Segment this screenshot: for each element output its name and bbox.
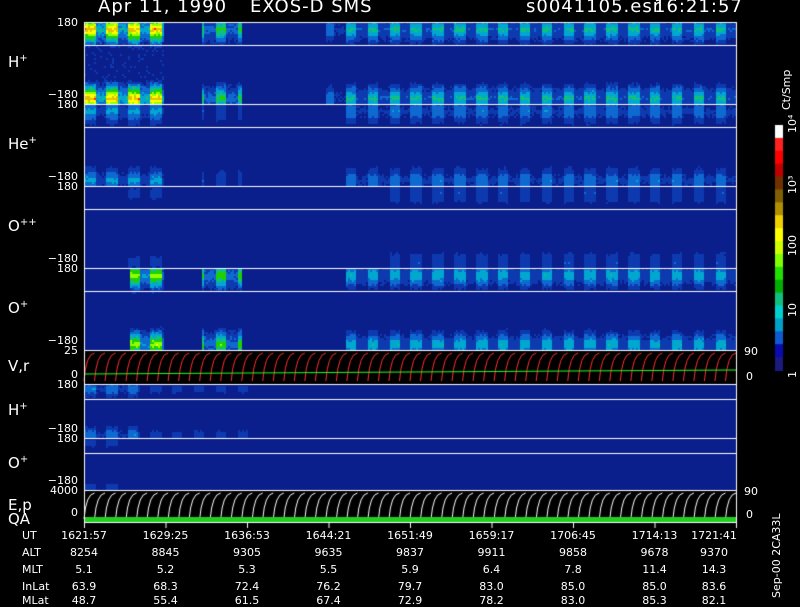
ephemeris-value: 83.0 <box>560 594 586 607</box>
ephemeris-value: 55.4 <box>153 594 178 607</box>
ephemeris-value: 72.4 <box>234 580 260 593</box>
plot-time: 16:21:57 <box>654 0 743 17</box>
version-label: Sep-00 2CA33L <box>770 513 783 598</box>
qa-label: QA <box>8 510 31 528</box>
ephemeris-value: 5.9 <box>401 563 419 576</box>
ephemeris-value: 82.1 <box>701 594 727 607</box>
panel-top-tick: 4000 <box>50 484 78 497</box>
colorbar-tick-label: 100 <box>786 234 799 256</box>
ephemeris-value: 9370 <box>700 546 728 559</box>
ephemeris-row-label: MLat <box>22 594 49 607</box>
colorbar-tick-label: 10 <box>786 302 799 317</box>
ephemeris-value: 9635 <box>314 546 343 559</box>
ephemeris-value: 83.0 <box>479 580 504 593</box>
ephemeris-row-label: InLat <box>22 580 50 593</box>
panel-label: O+ <box>8 299 29 317</box>
ephemeris-value: 68.3 <box>153 580 178 593</box>
ephemeris-value: 9305 <box>233 546 261 559</box>
panel-top-tick: 180 <box>57 262 78 275</box>
panel-top-tick: 180 <box>57 16 78 29</box>
panel-label: V,r <box>8 357 30 375</box>
panel-label: H+ <box>8 401 28 419</box>
ephemeris-value: 1636:53 <box>224 529 270 542</box>
ephemeris-value: 72.9 <box>397 594 423 607</box>
spectrogram-canvas <box>0 0 800 600</box>
ephemeris-value: 48.7 <box>71 594 97 607</box>
panel-right-tick: 0 <box>746 508 753 521</box>
ephemeris-value: 1721:41 <box>691 529 737 542</box>
ephemeris-value: 85.0 <box>642 580 667 593</box>
ephemeris-value: 1644:21 <box>305 529 352 542</box>
panel-label: O++ <box>8 217 37 235</box>
ephemeris-value: 83.6 <box>701 580 727 593</box>
ephemeris-row-label: MLT <box>22 563 43 576</box>
ephemeris-value: 5.1 <box>75 563 93 576</box>
panel-top-tick: 25 <box>64 344 78 357</box>
ephemeris-value: 67.4 <box>316 594 341 607</box>
ephemeris-value: 1651:49 <box>387 529 433 542</box>
colorbar-tick-label: 10⁴ <box>786 114 799 133</box>
ephemeris-value: 14.3 <box>701 563 727 576</box>
ephemeris-value: 1706:45 <box>550 529 596 542</box>
ephemeris-value: 5.2 <box>156 563 175 576</box>
panel-label: O+ <box>8 454 29 472</box>
ephemeris-value: 9678 <box>640 546 669 559</box>
ephemeris-value: 1621:57 <box>61 529 107 542</box>
colorbar-tick-label: 10³ <box>786 175 799 195</box>
ephemeris-value: 9858 <box>559 546 587 559</box>
ephemeris-value: 78.2 <box>479 594 504 607</box>
panel-label: He+ <box>8 135 37 153</box>
colorbar-tick-label: 1 <box>786 371 799 378</box>
ephemeris-value: 1659:17 <box>468 529 515 542</box>
panel-right-tick: 90 <box>744 345 758 358</box>
colorbar-label: Ct/Smp <box>780 69 793 110</box>
ephemeris-value: 85.3 <box>642 594 667 607</box>
ephemeris-value: 8845 <box>151 546 180 559</box>
panel-bottom-tick: 0 <box>71 506 78 519</box>
ephemeris-value: 9911 <box>477 546 506 559</box>
ephemeris-value: 79.7 <box>397 580 423 593</box>
ephemeris-value: 5.5 <box>319 563 338 576</box>
panel-top-tick: 180 <box>57 432 78 445</box>
instrument-name: EXOS-D SMS <box>250 0 373 17</box>
ephemeris-value: 9837 <box>396 546 424 559</box>
ephemeris-value: 7.8 <box>564 563 582 576</box>
file-name: s0041105.esr <box>526 0 662 17</box>
ephemeris-value: 61.5 <box>234 594 260 607</box>
ephemeris-value: 76.2 <box>316 580 341 593</box>
ephemeris-value: 5.3 <box>238 563 256 576</box>
ephemeris-value: 1629:25 <box>142 529 189 542</box>
ephemeris-row-label: ALT <box>22 546 41 559</box>
ephemeris-value: 85.0 <box>560 580 586 593</box>
plot-date: Apr 11, 1990 <box>98 0 228 17</box>
ephemeris-value: 6.4 <box>482 563 501 576</box>
ephemeris-value: 63.9 <box>71 580 97 593</box>
panel-top-tick: 180 <box>57 180 78 193</box>
ephemeris-value: 8254 <box>70 546 98 559</box>
panel-right-tick: 90 <box>744 485 758 498</box>
ephemeris-row-label: UT <box>22 529 37 542</box>
panel-top-tick: 180 <box>57 98 78 111</box>
ephemeris-value: 1714:13 <box>631 529 678 542</box>
panel-label: H+ <box>8 53 28 71</box>
panel-top-tick: 180 <box>57 378 78 391</box>
panel-right-tick: 0 <box>746 370 753 383</box>
ephemeris-value: 11.4 <box>642 563 667 576</box>
